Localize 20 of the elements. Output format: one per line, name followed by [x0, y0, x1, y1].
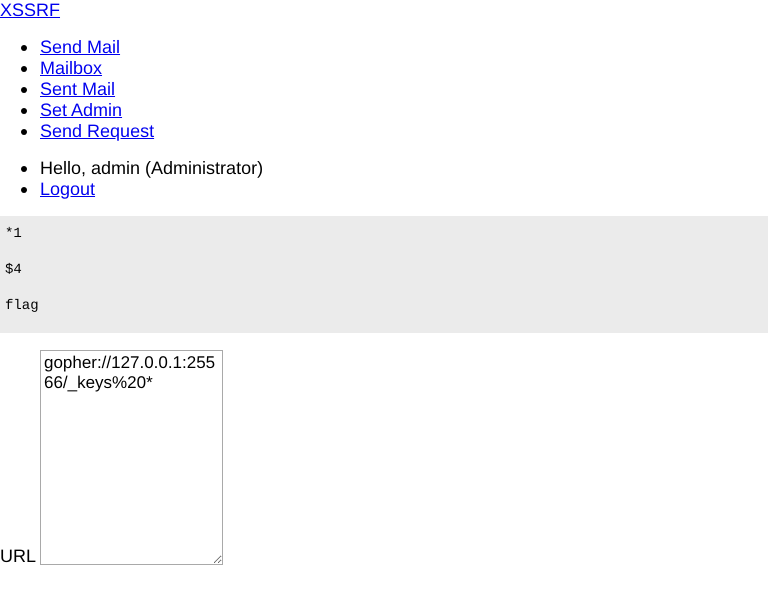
bullet-icon [21, 66, 27, 72]
nav-link[interactable]: Sent Mail [40, 79, 116, 100]
nav-link[interactable]: Mailbox [40, 58, 102, 79]
response-line: $4 [5, 261, 22, 280]
bullet-icon [21, 128, 27, 134]
nav-link[interactable]: Set Admin [40, 100, 122, 121]
url-input-field[interactable]: gopher://127.0.0.1:25566/_keys%20* [40, 350, 224, 565]
greeting-text: Hello, admin (Administrator) [40, 158, 264, 179]
response-line: *1 [5, 225, 22, 244]
bullet-icon [21, 166, 27, 172]
bullet-icon [21, 186, 27, 192]
bullet-icon [21, 108, 27, 114]
logout-link[interactable]: Logout [40, 179, 96, 200]
nav-link[interactable]: Send Mail [40, 37, 120, 58]
bullet-icon [21, 44, 27, 50]
bullet-icon [21, 86, 27, 92]
url-label: URL [0, 547, 36, 565]
response-line: flag [5, 297, 39, 316]
nav-link[interactable]: Send Request [40, 121, 154, 142]
site-title-link[interactable]: XSSRF [0, 2, 60, 18]
